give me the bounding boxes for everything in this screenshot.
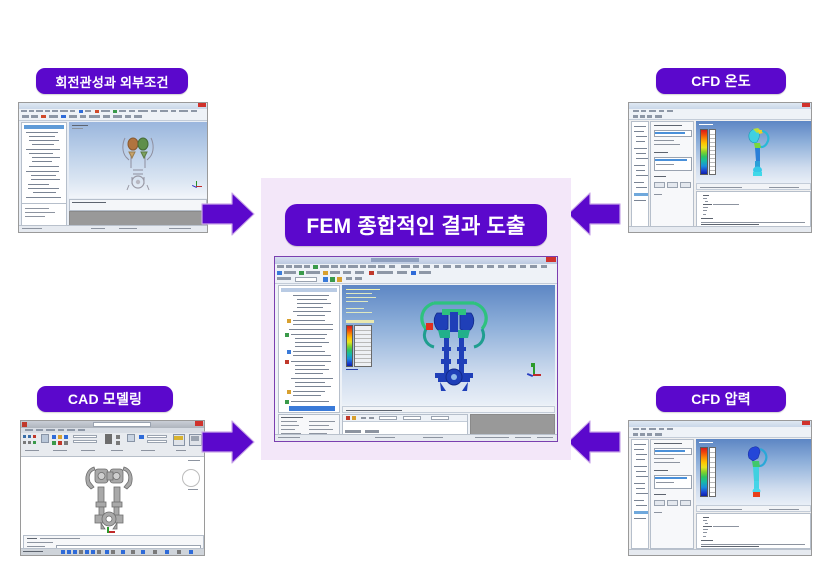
toolbar-secondary-buttons xyxy=(277,276,555,283)
viewport-footer xyxy=(696,183,811,190)
arrow-top-left-to-center xyxy=(200,190,256,238)
close-icon[interactable] xyxy=(802,103,810,107)
node-bottom-left: CAD 모델링 xyxy=(20,386,210,556)
viewport-cfd[interactable] xyxy=(696,439,811,505)
toolbar-buttons xyxy=(631,114,809,119)
fem-result-geometry xyxy=(420,301,488,391)
message-panel[interactable] xyxy=(342,414,468,436)
arrow-right-icon xyxy=(201,420,255,464)
label-bottom-right-text: CFD 압력 xyxy=(691,391,751,407)
viewport-footer xyxy=(696,505,811,512)
statusbar xyxy=(275,434,557,441)
viewport-caption xyxy=(342,406,555,413)
properties-panel[interactable] xyxy=(278,414,340,436)
message-toolbar[interactable] xyxy=(343,415,467,422)
model-tree-panel[interactable] xyxy=(278,285,340,413)
label-bottom-left[interactable]: CAD 모델링 xyxy=(37,386,173,412)
arrow-bottom-right-to-center xyxy=(566,418,622,466)
statusbar xyxy=(19,225,207,232)
close-icon[interactable] xyxy=(802,421,810,425)
label-top-left[interactable]: 회전관성과 외부조건 xyxy=(36,68,188,94)
axis-triad-icon xyxy=(526,363,541,381)
label-top-left-text: 회전관성과 외부조건 xyxy=(55,74,169,90)
search-input[interactable] xyxy=(93,422,151,427)
arrow-bottom-left-to-center xyxy=(200,418,256,466)
viewport-3d[interactable] xyxy=(69,122,207,198)
close-icon[interactable] xyxy=(198,103,206,107)
cfd-part-contour xyxy=(747,446,768,497)
toolbar-buttons xyxy=(21,114,205,120)
settings-panel[interactable] xyxy=(650,439,694,549)
axis-triad-icon xyxy=(192,181,202,190)
screenshot-top-left[interactable] xyxy=(18,102,208,233)
toolbar-secondary[interactable] xyxy=(275,276,557,284)
log-panel[interactable] xyxy=(696,513,811,549)
label-bottom-right[interactable]: CFD 압력 xyxy=(656,386,786,412)
zoom-combobox[interactable] xyxy=(295,277,317,282)
arrow-right-icon xyxy=(201,192,255,236)
tree-selected-item[interactable] xyxy=(289,406,335,411)
node-top-right: CFD 온도 xyxy=(628,68,814,233)
app-logo-icon xyxy=(22,422,27,427)
label-top-right-text: CFD 온도 xyxy=(691,73,751,89)
viewport-cfd[interactable] xyxy=(696,121,811,183)
outline-tree-panel[interactable] xyxy=(631,439,649,549)
label-center[interactable]: FEM 종합적인 결과 도출 xyxy=(285,204,547,246)
contacts-table[interactable] xyxy=(69,199,207,211)
node-top-left: 회전관성과 외부조건 xyxy=(18,68,208,233)
arrow-left-icon xyxy=(567,420,621,464)
screenshot-top-right[interactable] xyxy=(628,102,812,233)
output-area xyxy=(470,414,555,436)
viewport-3d[interactable] xyxy=(342,285,555,405)
statusbar xyxy=(629,549,811,555)
window-title-text xyxy=(22,104,23,106)
cad-part-drawing xyxy=(85,466,133,533)
log-panel[interactable] xyxy=(696,191,811,227)
text-tool-icon[interactable] xyxy=(105,434,112,444)
statusbar[interactable] xyxy=(21,548,204,555)
settings-panel[interactable] xyxy=(650,121,694,227)
arrow-top-right-to-center xyxy=(566,190,622,238)
model-geometry xyxy=(122,137,154,191)
center-hub: FEM 종합적인 결과 도출 xyxy=(261,178,571,460)
toolbar[interactable] xyxy=(629,114,811,120)
ribbon-panel[interactable] xyxy=(21,433,204,457)
toolbar[interactable] xyxy=(19,114,207,121)
outline-tree-panel[interactable] xyxy=(631,121,649,227)
screenshot-bottom-left[interactable] xyxy=(20,420,205,556)
screenshot-bottom-right[interactable] xyxy=(628,420,812,556)
drawing-canvas[interactable] xyxy=(21,457,204,535)
toolbar[interactable] xyxy=(629,432,811,438)
close-icon[interactable] xyxy=(546,257,556,262)
screenshot-center[interactable] xyxy=(274,256,558,442)
label-center-text: FEM 종합적인 결과 도출 xyxy=(306,215,526,238)
statusbar xyxy=(629,226,811,232)
toolbar-buttons xyxy=(631,432,809,437)
label-bottom-left-text: CAD 모델링 xyxy=(67,391,143,407)
node-bottom-right: CFD 압력 xyxy=(628,386,814,556)
cfd-part-contour xyxy=(748,128,770,176)
window-title-text xyxy=(370,258,419,262)
arrow-left-icon xyxy=(567,192,621,236)
label-top-right[interactable]: CFD 온도 xyxy=(656,68,786,94)
properties-panel[interactable] xyxy=(21,203,67,226)
